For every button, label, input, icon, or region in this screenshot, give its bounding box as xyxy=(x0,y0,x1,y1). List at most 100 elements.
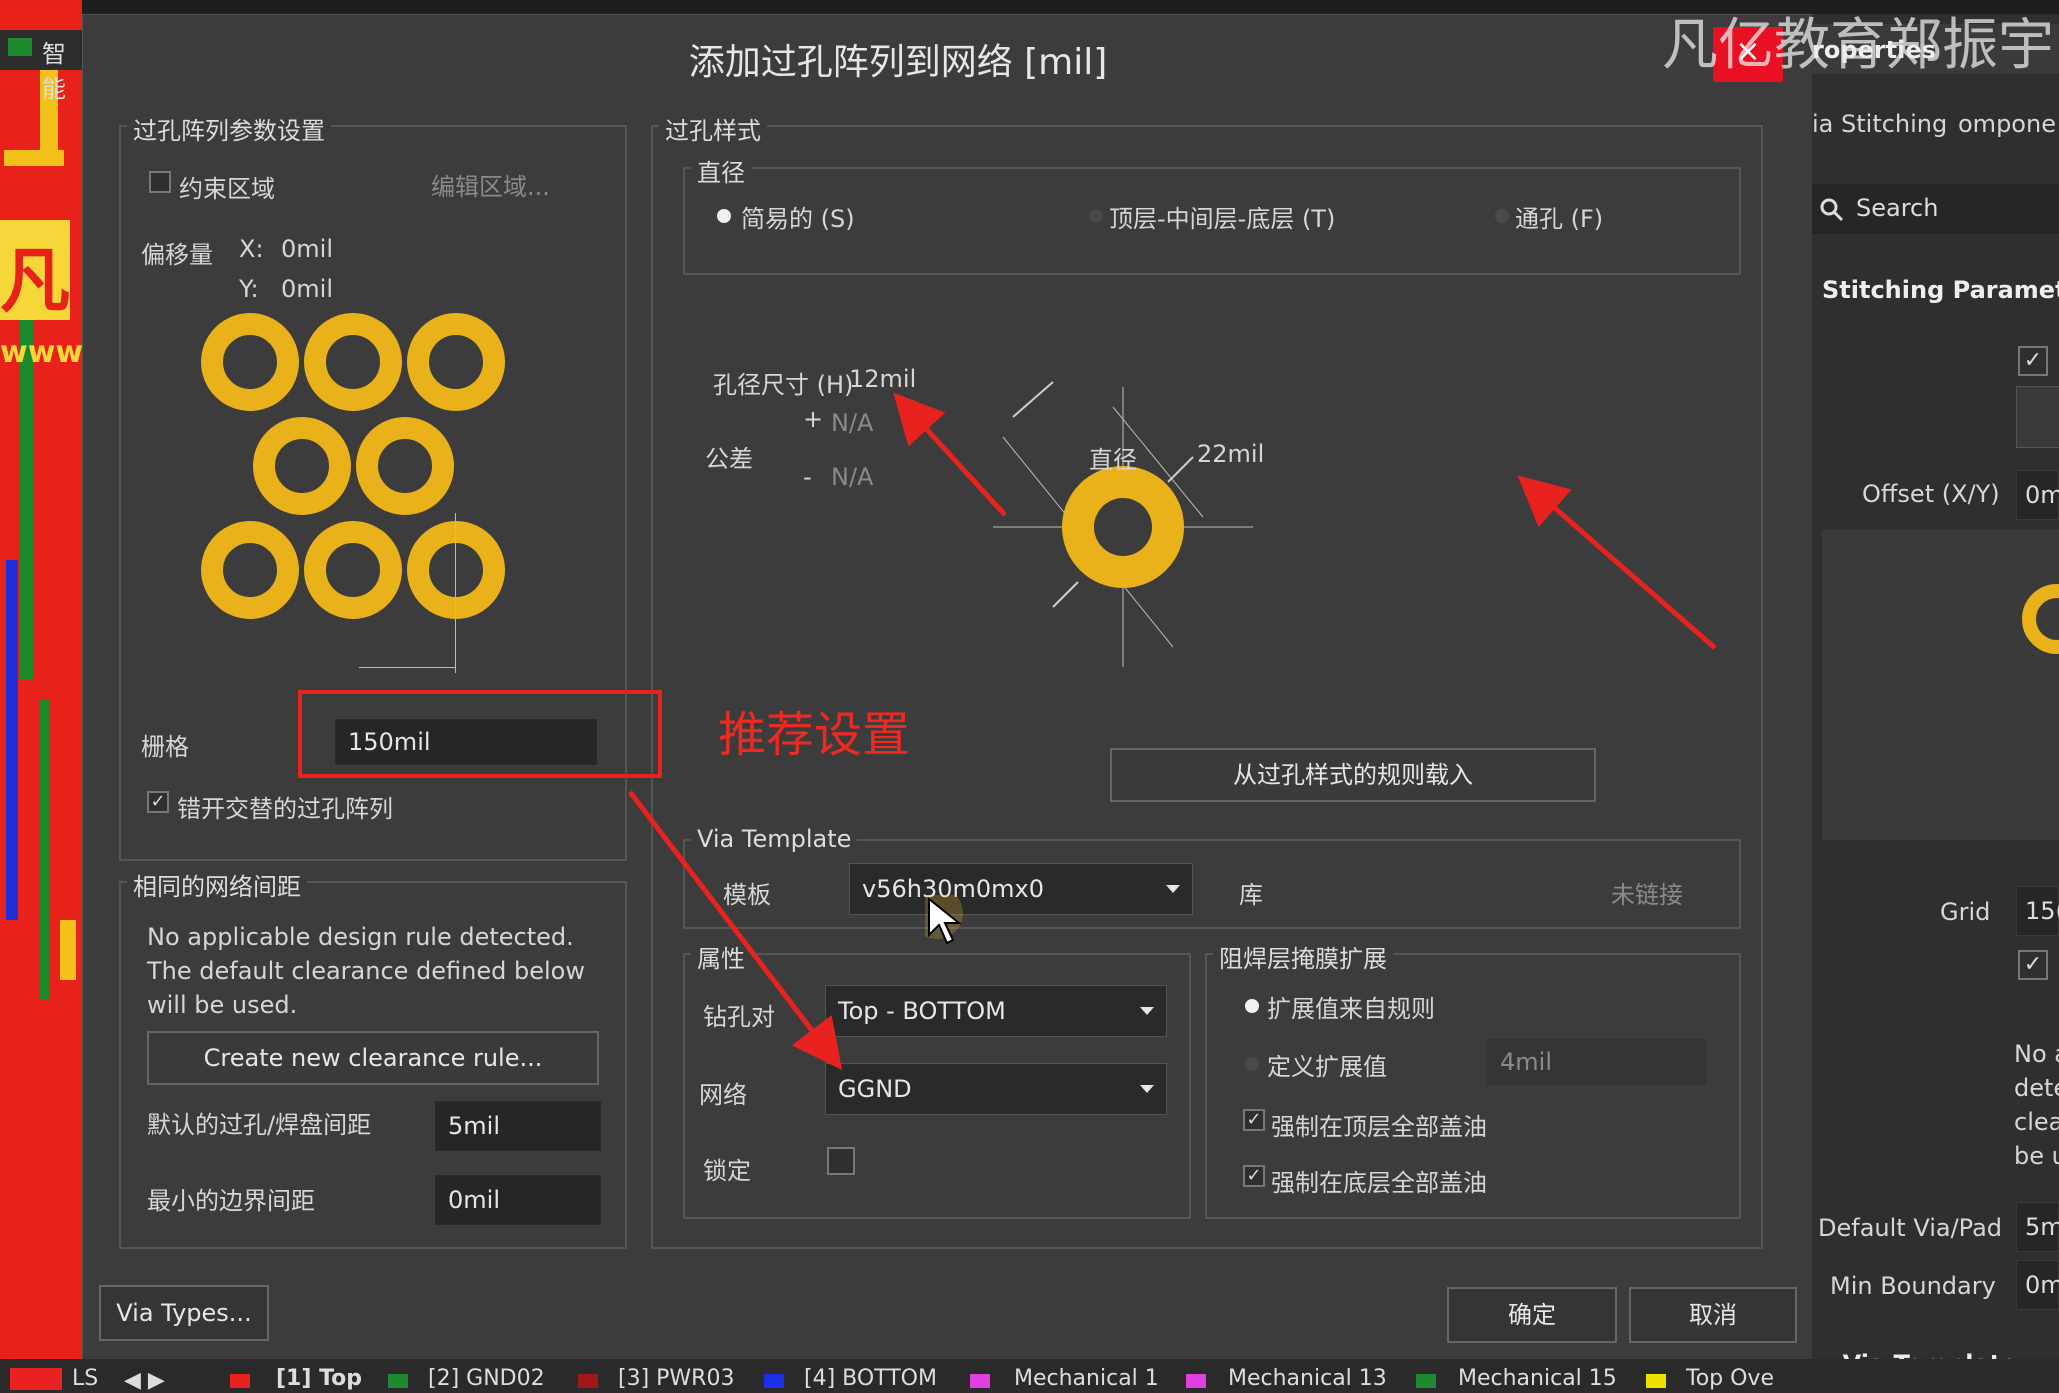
dialog-titlebar[interactable]: 添加过孔阵列到网络 [mil] × xyxy=(83,15,1813,95)
via-icon xyxy=(304,521,402,619)
radio-mask-from-rule[interactable] xyxy=(1245,999,1259,1013)
tab-layer-bottom[interactable]: [4] BOTTOM xyxy=(804,1366,937,1391)
current-layer-swatch xyxy=(10,1368,62,1390)
tab-layer-mech1[interactable]: Mechanical 1 xyxy=(1014,1366,1159,1391)
radio-mask-define[interactable] xyxy=(1245,1057,1259,1071)
tolerance-label: 公差 xyxy=(705,445,753,473)
via-icon xyxy=(253,417,351,515)
clearance-group: 相同的网络间距 No applicable design rule detect… xyxy=(119,867,627,1249)
offset-y-label: Y: xyxy=(239,275,259,303)
tab-layer-pwr03[interactable]: [3] PWR03 xyxy=(618,1366,734,1391)
library-label: 库 xyxy=(1239,881,1263,909)
default-via-pad-label: Default Via/Pad xyxy=(1818,1214,2003,1242)
via-icon xyxy=(2022,584,2059,654)
pcb-trace-green xyxy=(20,320,34,680)
tab-via-stitching[interactable]: ia Stitching xyxy=(1812,110,1947,138)
offset-input[interactable]: 0m xyxy=(2016,470,2059,520)
min-boundary-input[interactable]: 0m xyxy=(2016,1260,2059,1310)
search-input[interactable]: Search xyxy=(1812,184,2059,234)
diameter-group: 直径 简易的 (S) 顶层-中间层-底层 (T) 通孔 (F) xyxy=(683,153,1741,275)
solder-mask-group: 阻焊层掩膜扩展 扩展值来自规则 定义扩展值 4mil ✓ 强制在顶层全部盖油 ✓… xyxy=(1205,939,1741,1219)
net-dropdown[interactable]: GGND xyxy=(825,1063,1167,1115)
note-text: No a xyxy=(2014,1040,2059,1068)
via-icon xyxy=(407,521,505,619)
radio-mask-define-label[interactable]: 定义扩展值 xyxy=(1267,1047,1387,1082)
via-icon xyxy=(201,521,299,619)
tab-layer-gnd02[interactable]: [2] GND02 xyxy=(428,1366,545,1391)
nav-arrows[interactable]: ◀ ▶ xyxy=(124,1368,165,1393)
min-boundary-label: 最小的边界间距 xyxy=(147,1187,315,1215)
create-clearance-rule-button[interactable]: Create new clearance rule... xyxy=(147,1031,599,1085)
stagger-checkbox[interactable]: ✓ xyxy=(147,791,169,813)
properties-panel: roperties ia Stitching ompone Search Sti… xyxy=(1812,14,2059,1378)
tolerance-plus-value[interactable]: N/A xyxy=(831,409,873,437)
tolerance-minus-sign: - xyxy=(803,463,812,491)
group-title: 过孔样式 xyxy=(659,111,767,146)
tent-top-checkbox[interactable]: ✓ xyxy=(1243,1109,1265,1131)
cancel-button[interactable]: 取消 xyxy=(1629,1287,1797,1343)
net-label: 网络 xyxy=(699,1081,747,1109)
via-array-preview xyxy=(201,313,541,673)
radio-simple-label[interactable]: 简易的 (S) xyxy=(741,199,855,234)
tab-ls[interactable]: LS xyxy=(72,1366,98,1391)
drill-pair-dropdown[interactable]: Top - BOTTOM xyxy=(825,985,1167,1037)
radio-top-mid-bottom-label[interactable]: 顶层-中间层-底层 (T) xyxy=(1109,199,1335,234)
tab-layer-top-overlay[interactable]: Top Ove xyxy=(1686,1366,1774,1391)
radio-mask-from-rule-label[interactable]: 扩展值来自规则 xyxy=(1267,989,1435,1024)
layer-swatch xyxy=(764,1374,784,1388)
search-icon xyxy=(1820,198,1844,222)
radio-simple[interactable] xyxy=(717,209,731,223)
default-via-pad-label: 默认的过孔/焊盘间距 xyxy=(147,1111,372,1139)
tab-layer-mech13[interactable]: Mechanical 13 xyxy=(1228,1366,1387,1391)
min-boundary-input[interactable]: 0mil xyxy=(435,1175,601,1225)
group-title: 相同的网络间距 xyxy=(127,867,307,902)
hole-size-value[interactable]: 12mil xyxy=(849,365,916,393)
offset-y-value[interactable]: 0mil xyxy=(281,275,333,303)
diameter-label: 直径 xyxy=(1089,446,1137,474)
pcb-canvas[interactable]: 凡 www. xyxy=(0,0,82,1389)
offset-x-label: X: xyxy=(239,235,264,263)
pcb-trace-green xyxy=(40,700,50,1000)
panel-tab[interactable]: 智能 xyxy=(0,30,82,103)
tent-top-label: 强制在顶层全部盖油 xyxy=(1271,1113,1487,1141)
template-dropdown[interactable]: v56h30m0mx0 xyxy=(849,863,1193,915)
via-types-button[interactable]: Via Types... xyxy=(99,1285,269,1341)
tab-components[interactable]: ompone xyxy=(1958,110,2056,138)
constrain-area-checkbox[interactable] xyxy=(149,171,171,193)
offset-x-value[interactable]: 0mil xyxy=(281,235,333,263)
default-via-pad-input[interactable]: 5m xyxy=(2016,1202,2059,1252)
ok-button[interactable]: 确定 xyxy=(1447,1287,1617,1343)
via-style-group: 过孔样式 直径 简易的 (S) 顶层-中间层-底层 (T) 通孔 (F) 孔径尺… xyxy=(651,111,1763,1249)
hole-size-label: 孔径尺寸 (H) xyxy=(713,371,854,399)
mask-expansion-input[interactable]: 4mil xyxy=(1487,1039,1707,1085)
drill-pair-label: 钻孔对 xyxy=(703,1003,775,1031)
edit-area-button[interactable]: 编辑区域... xyxy=(431,167,550,202)
stagger-checkbox[interactable]: ✓ xyxy=(2018,950,2048,980)
grid-label: Grid xyxy=(1940,898,1991,926)
tolerance-plus-sign: + xyxy=(803,405,824,433)
via-icon xyxy=(407,313,505,411)
layer-swatch xyxy=(388,1374,408,1388)
radio-through-label[interactable]: 通孔 (F) xyxy=(1515,199,1603,234)
edit-area-button[interactable] xyxy=(2016,386,2059,448)
tab-layer-mech15[interactable]: Mechanical 15 xyxy=(1458,1366,1617,1391)
tolerance-minus-value[interactable]: N/A xyxy=(831,463,873,491)
mouse-cursor-icon xyxy=(925,895,963,945)
radio-top-mid-bottom[interactable] xyxy=(1089,209,1103,223)
drill-pair-value: Top - BOTTOM xyxy=(838,997,1006,1025)
pcb-silk-text: www. xyxy=(0,335,82,370)
default-via-pad-input[interactable]: 5mil xyxy=(435,1101,601,1151)
radio-through[interactable] xyxy=(1495,209,1509,223)
constrain-checkbox[interactable]: ✓ xyxy=(2018,346,2048,376)
tent-bottom-label: 强制在底层全部盖油 xyxy=(1271,1169,1487,1197)
lock-checkbox[interactable] xyxy=(827,1147,855,1175)
load-from-rule-button[interactable]: 从过孔样式的规则载入 xyxy=(1110,748,1596,802)
tent-bottom-checkbox[interactable]: ✓ xyxy=(1243,1165,1265,1187)
tab-layer-top[interactable]: [1] Top xyxy=(276,1366,362,1391)
offset-label: Offset (X/Y) xyxy=(1862,480,2000,508)
diameter-value[interactable]: 22mil xyxy=(1197,440,1264,468)
grid-input[interactable]: 15( xyxy=(2016,886,2059,936)
note-text: dete xyxy=(2014,1074,2059,1102)
via-template-group: Via Template 模板 v56h30m0mx0 库 未链接 xyxy=(683,825,1741,929)
via-icon xyxy=(304,313,402,411)
